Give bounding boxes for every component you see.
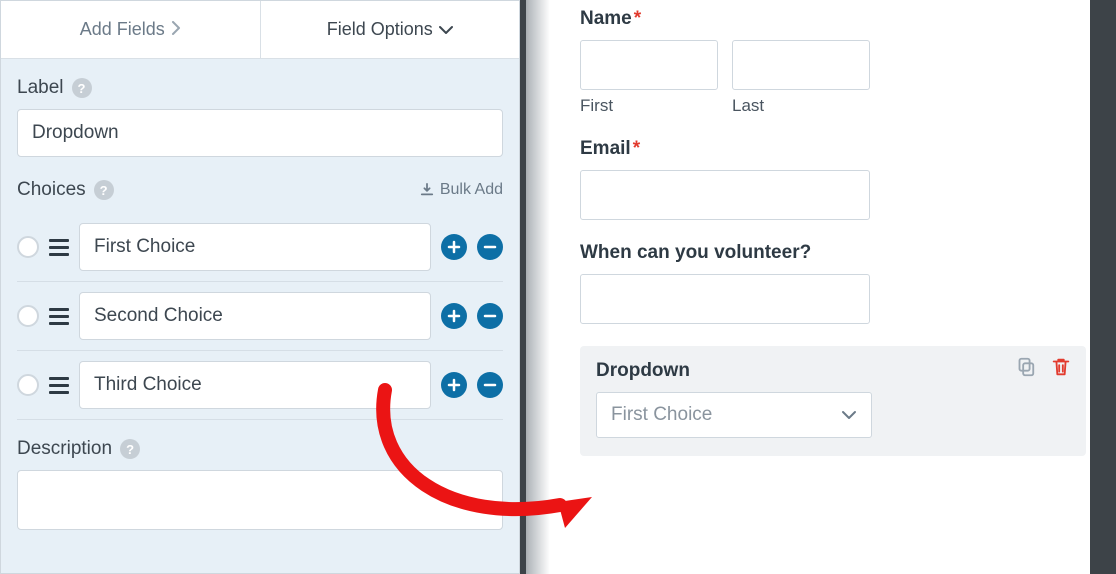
description-heading: Description [17, 438, 112, 460]
volunteer-label: When can you volunteer? [580, 242, 1086, 264]
right-edge-shadow [1090, 0, 1116, 574]
email-label: Email [580, 138, 631, 159]
bulk-add-button[interactable]: Bulk Add [420, 181, 503, 199]
preview-volunteer-field[interactable]: When can you volunteer? [580, 242, 1086, 324]
tab-field-options-label: Field Options [327, 19, 433, 40]
choice-row [17, 213, 503, 282]
duplicate-icon[interactable] [1014, 356, 1036, 378]
panel-tabs: Add Fields Field Options [1, 1, 519, 59]
chevron-down-icon [439, 19, 453, 40]
drag-handle-icon[interactable] [49, 306, 69, 326]
dropdown-selected-value: First Choice [611, 404, 712, 426]
tab-add-fields[interactable]: Add Fields [1, 1, 261, 58]
help-icon[interactable]: ? [94, 180, 114, 200]
default-choice-radio[interactable] [17, 374, 39, 396]
help-icon[interactable]: ? [72, 78, 92, 98]
choice-input[interactable] [79, 223, 431, 271]
description-textarea[interactable] [17, 470, 503, 530]
add-choice-button[interactable] [441, 303, 467, 329]
field-options-panel: Add Fields Field Options Label ? [0, 0, 520, 574]
panel-divider [520, 0, 550, 574]
default-choice-radio[interactable] [17, 305, 39, 327]
choice-input[interactable] [79, 361, 431, 409]
plus-icon [447, 240, 461, 254]
last-sublabel: Last [732, 96, 870, 116]
remove-choice-button[interactable] [477, 234, 503, 260]
tab-field-options[interactable]: Field Options [261, 1, 520, 58]
choice-input[interactable] [79, 292, 431, 340]
minus-icon [483, 378, 497, 392]
dropdown-select[interactable]: First Choice [596, 392, 872, 438]
form-preview: Name* First Last Email* When can you vol… [550, 0, 1116, 574]
minus-icon [483, 309, 497, 323]
plus-icon [447, 309, 461, 323]
first-sublabel: First [580, 96, 718, 116]
choices-heading: Choices [17, 179, 86, 201]
required-asterisk: * [633, 138, 640, 159]
chevron-down-icon [841, 404, 857, 426]
field-label-input[interactable] [17, 109, 503, 157]
preview-name-field[interactable]: Name* First Last [580, 8, 1086, 116]
chevron-right-icon [171, 19, 181, 40]
dropdown-label: Dropdown [596, 360, 1070, 382]
name-label: Name [580, 8, 632, 29]
remove-choice-button[interactable] [477, 303, 503, 329]
preview-dropdown-field[interactable]: Dropdown First Choice [580, 346, 1086, 456]
drag-handle-icon[interactable] [49, 375, 69, 395]
remove-choice-button[interactable] [477, 372, 503, 398]
choice-row [17, 282, 503, 351]
default-choice-radio[interactable] [17, 236, 39, 258]
required-asterisk: * [634, 8, 641, 29]
help-icon[interactable]: ? [120, 439, 140, 459]
minus-icon [483, 240, 497, 254]
plus-icon [447, 378, 461, 392]
last-name-input[interactable] [732, 40, 870, 90]
tab-add-fields-label: Add Fields [80, 19, 165, 40]
label-heading: Label [17, 77, 64, 99]
email-input[interactable] [580, 170, 870, 220]
trash-icon[interactable] [1050, 356, 1072, 378]
choice-row [17, 351, 503, 420]
add-choice-button[interactable] [441, 372, 467, 398]
add-choice-button[interactable] [441, 234, 467, 260]
download-icon [420, 183, 434, 197]
first-name-input[interactable] [580, 40, 718, 90]
bulk-add-label: Bulk Add [440, 181, 503, 199]
volunteer-input[interactable] [580, 274, 870, 324]
preview-email-field[interactable]: Email* [580, 138, 1086, 220]
drag-handle-icon[interactable] [49, 237, 69, 257]
